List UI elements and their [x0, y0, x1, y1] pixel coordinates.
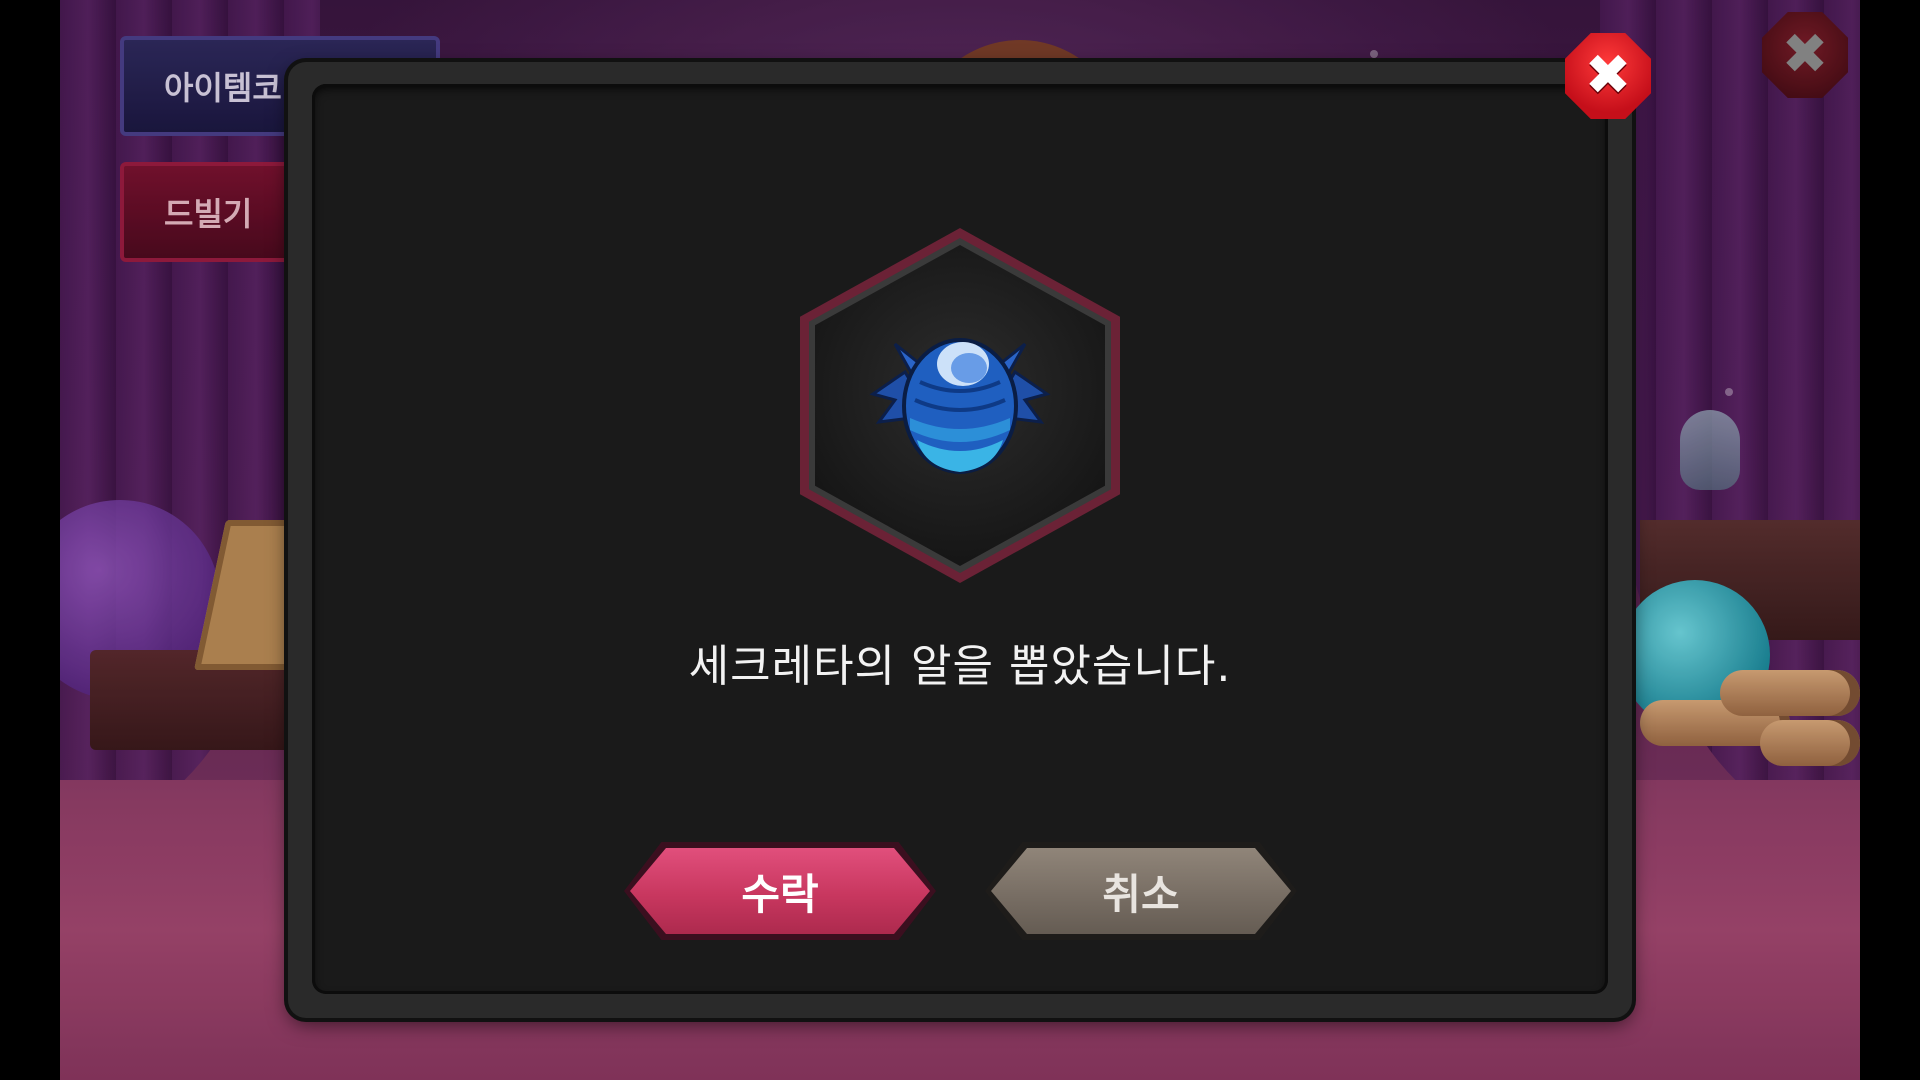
accept-button-label: 수락 [741, 869, 819, 919]
egg-shine-inner [951, 353, 987, 383]
cancel-button-label: 취소 [1102, 869, 1180, 919]
result-message: 세크레타의 알을 뽑았습니다. [688, 641, 1232, 692]
game-screen: 아이템코 드빌기 ✖ ✖ 세크레타의 알을 뽑았습니다. 수락 취소 [0, 0, 1920, 1080]
accept-button[interactable]: 수락 [624, 842, 936, 940]
close-icon: ✖ [1584, 43, 1632, 108]
cancel-button[interactable]: 취소 [985, 842, 1297, 940]
dialog-close-button[interactable]: ✖ [1565, 33, 1651, 119]
blue-egg-icon [869, 338, 1051, 474]
